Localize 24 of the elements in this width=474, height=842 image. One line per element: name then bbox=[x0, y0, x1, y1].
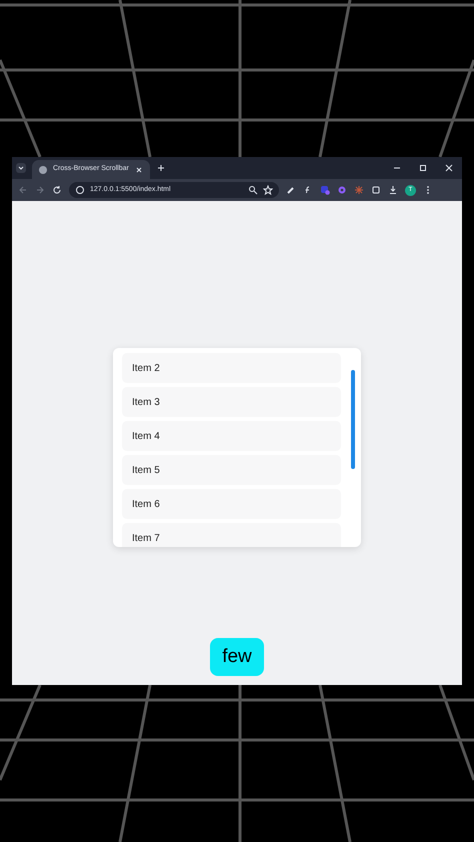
close-icon[interactable] bbox=[134, 164, 144, 174]
new-tab-icon[interactable] bbox=[156, 163, 166, 173]
back-icon[interactable] bbox=[18, 185, 28, 195]
list-item: Item 6 bbox=[122, 489, 341, 519]
tab-list-icon[interactable] bbox=[16, 163, 26, 173]
close-icon[interactable] bbox=[444, 163, 454, 173]
globe-icon bbox=[38, 164, 48, 174]
list-item: Item 5 bbox=[122, 455, 341, 485]
extension-icon[interactable] bbox=[320, 185, 330, 195]
sparkle-icon[interactable] bbox=[354, 185, 364, 195]
caption: few bbox=[210, 638, 264, 676]
maximize-icon[interactable] bbox=[418, 163, 428, 173]
list-item: Item 7 bbox=[122, 523, 341, 547]
gear-icon[interactable] bbox=[337, 185, 347, 195]
star-icon[interactable] bbox=[263, 185, 273, 195]
scrollbar-thumb[interactable] bbox=[351, 370, 355, 469]
download-icon[interactable] bbox=[388, 185, 398, 195]
reload-icon[interactable] bbox=[52, 185, 62, 195]
list-item: Item 2 bbox=[122, 353, 341, 383]
forward-icon[interactable] bbox=[35, 185, 45, 195]
info-icon bbox=[75, 185, 85, 195]
zoom-icon[interactable] bbox=[248, 185, 258, 195]
list-item: Item 3 bbox=[122, 387, 341, 417]
list-item: Item 4 bbox=[122, 421, 341, 451]
